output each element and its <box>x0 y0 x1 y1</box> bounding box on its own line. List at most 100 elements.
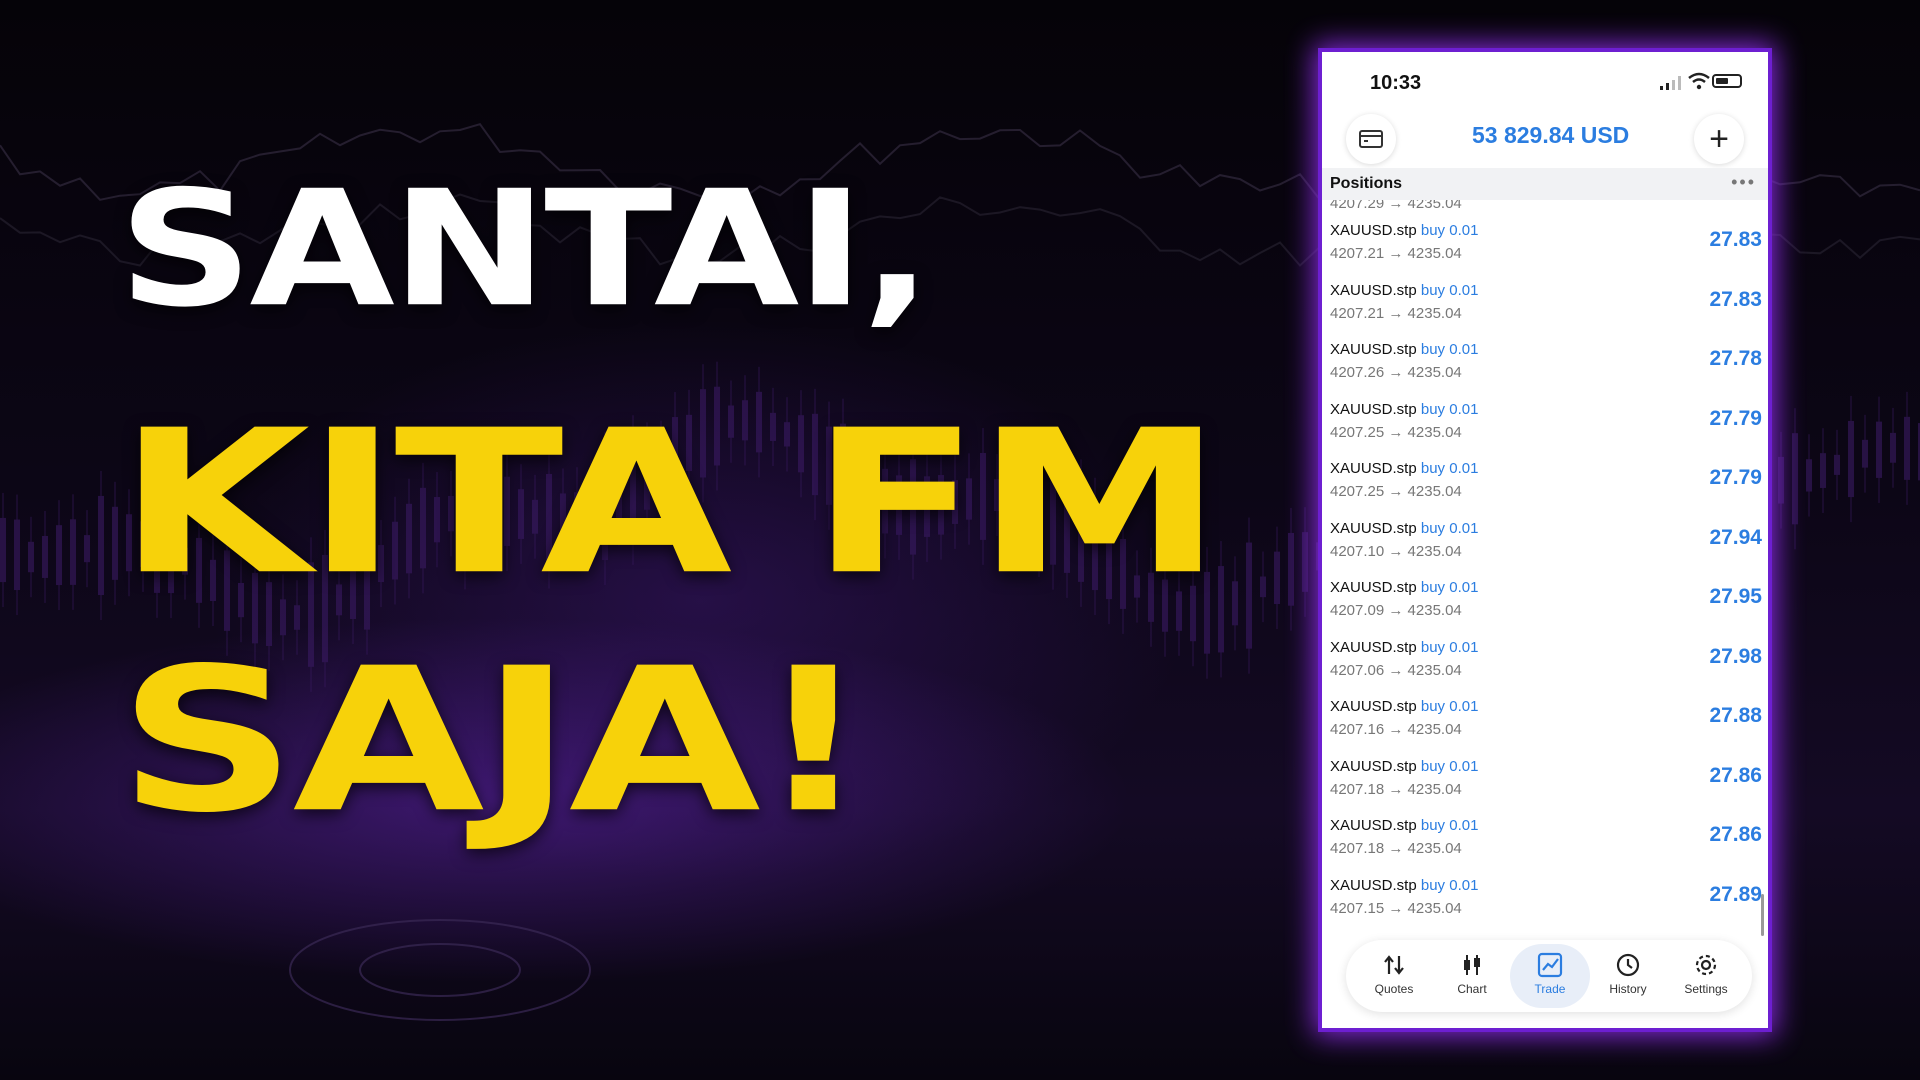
position-side: buy 0.01 <box>1420 757 1479 775</box>
background-candle-wick <box>1780 431 1782 529</box>
background-candle-wick <box>1878 396 1880 503</box>
background-candle-wick <box>100 470 102 621</box>
position-row[interactable]: XAUUSD.stp buy 0.01 4207.25 → 4235.04 27.7… <box>1322 391 1768 451</box>
position-symbol: XAUUSD.stp buy 0.01 <box>1330 817 1478 834</box>
position-prices: 4207.10 → 4235.04 <box>1330 542 1462 560</box>
background-candle-wick <box>44 510 46 603</box>
background-candle-wick <box>1906 391 1908 505</box>
background-candle-wick <box>1850 395 1852 523</box>
background-candle-wick <box>1864 414 1866 493</box>
position-symbol: XAUUSD.stp buy 0.01 <box>1330 401 1478 418</box>
tab-history[interactable]: History <box>1588 944 1668 1008</box>
position-profit: 27.78 <box>1709 347 1762 370</box>
more-options-icon[interactable]: ••• <box>1731 172 1756 193</box>
position-side: buy 0.01 <box>1420 460 1479 477</box>
position-prices: 4207.25 → 4235.04 <box>1330 483 1462 500</box>
history-clock-icon <box>1616 953 1640 977</box>
position-prices: 4207.18 → 4235.04 <box>1330 840 1462 857</box>
background-candle-wick <box>1262 551 1264 623</box>
position-row[interactable]: XAUUSD.stp buy 0.01 4207.16 → 4235.04 27.8… <box>1322 688 1768 748</box>
tab-settings[interactable]: Settings <box>1666 944 1746 1008</box>
symbol-text: XAUUSD.stp <box>1330 757 1417 775</box>
position-symbol: XAUUSD.stp buy 0.01 <box>1330 520 1478 537</box>
position-profit: 27.94 <box>1709 525 1762 549</box>
position-prices: 4207.21 → 4235.04 <box>1330 245 1462 262</box>
position-side: buy 0.01 <box>1420 341 1479 358</box>
scrollbar[interactable] <box>1761 894 1764 936</box>
symbol-text: XAUUSD.stp <box>1330 460 1417 477</box>
position-profit: 27.83 <box>1709 228 1762 251</box>
tab-trade-label: Trade <box>1534 982 1566 996</box>
background-candle-wick <box>114 481 116 605</box>
position-side: buy 0.01 <box>1420 817 1479 834</box>
position-symbol: XAUUSD.stp buy 0.01 <box>1330 341 1478 358</box>
headline-line-3: SAJA! <box>118 626 870 857</box>
status-bar: 10:33 <box>1322 52 1768 102</box>
position-row[interactable]: XAUUSD.stp buy 0.01 4207.18 → 4235.04 27.8… <box>1322 748 1768 808</box>
position-symbol: XAUUSD.stp buy 0.01 <box>1330 877 1478 894</box>
background-candle-wick <box>72 494 74 610</box>
position-row[interactable]: XAUUSD.stp buy 0.01 4207.09 → 4235.04 27.9… <box>1322 569 1768 629</box>
background-candle-wick <box>1304 507 1306 617</box>
background-candle-wick <box>2 492 4 608</box>
wallet-icon <box>1359 130 1383 148</box>
position-side: buy 0.01 <box>1420 222 1479 239</box>
gear-icon <box>1695 954 1717 976</box>
position-prices: 4207.18 → 4235.04 <box>1330 780 1462 798</box>
position-row[interactable]: XAUUSD.stp buy 0.01 4207.10 → 4235.04 27.9… <box>1322 510 1768 570</box>
position-side: buy 0.01 <box>1420 519 1479 537</box>
position-row[interactable]: XAUUSD.stp buy 0.01 4207.21 → 4235.04 27.8… <box>1322 212 1768 272</box>
position-prices: 4207.21 → 4235.04 <box>1330 304 1462 322</box>
position-profit: 27.83 <box>1709 287 1762 311</box>
position-prices: 4207.16 → 4235.04 <box>1330 721 1462 738</box>
plus-icon: + <box>1709 120 1729 158</box>
position-symbol: XAUUSD.stp buy 0.01 <box>1330 460 1478 477</box>
candlestick-chart-icon <box>1464 955 1480 975</box>
background-candle-wick <box>1892 407 1894 488</box>
position-prices: 4207.06 → 4235.04 <box>1330 661 1462 679</box>
headline-line-2: KITA FM <box>118 388 1223 619</box>
tab-history-label: History <box>1609 982 1647 996</box>
position-profit: 27.79 <box>1709 466 1762 489</box>
position-row[interactable]: XAUUSD.stp buy 0.01 4207.26 → 4235.04 27.7… <box>1322 331 1768 391</box>
position-row[interactable]: XAUUSD.stp buy 0.01 4207.06 → 4235.04 27.9… <box>1322 629 1768 689</box>
symbol-text: XAUUSD.stp <box>1330 876 1417 894</box>
wifi-icon <box>1688 72 1710 90</box>
background-candle-wick <box>1290 507 1292 631</box>
position-side: buy 0.01 <box>1420 638 1479 656</box>
headline-line-1: SANTAI, <box>118 156 933 343</box>
battery-icon <box>1712 74 1742 88</box>
position-profit: 27.98 <box>1709 644 1762 668</box>
tab-settings-label: Settings <box>1684 982 1728 996</box>
position-side: buy 0.01 <box>1420 400 1479 418</box>
background-candle-wick <box>58 500 60 611</box>
position-symbol: XAUUSD.stp buy 0.01 <box>1330 282 1478 299</box>
position-row[interactable]: XAUUSD.stp buy 0.01 4207.15 → 4235.04 27.8… <box>1322 867 1768 927</box>
position-profit: 27.86 <box>1709 763 1762 787</box>
background-candle-wick <box>1836 429 1838 500</box>
tab-quotes[interactable]: Quotes <box>1354 944 1434 1008</box>
position-side: buy 0.01 <box>1420 698 1479 715</box>
tab-chart[interactable]: Chart <box>1432 944 1512 1008</box>
background-candle-wick <box>1808 434 1810 517</box>
position-profit: 27.89 <box>1709 882 1762 906</box>
background-candle-wick <box>1822 428 1824 513</box>
position-symbol: XAUUSD.stp buy 0.01 <box>1330 758 1478 775</box>
position-symbol: XAUUSD.stp buy 0.01 <box>1330 222 1478 239</box>
position-symbol: XAUUSD.stp buy 0.01 <box>1330 698 1478 715</box>
position-profit: 27.86 <box>1709 823 1762 846</box>
position-prices: 4207.09 → 4235.04 <box>1330 602 1462 619</box>
account-balance[interactable]: 53 829.84 USD <box>1472 122 1629 149</box>
positions-title: Positions <box>1330 175 1403 192</box>
symbol-text: XAUUSD.stp <box>1330 519 1417 537</box>
position-row[interactable]: XAUUSD.stp buy 0.01 4207.18 → 4235.04 27.8… <box>1322 807 1768 867</box>
position-row[interactable]: XAUUSD.stp buy 0.01 4207.21 → 4235.04 27.8… <box>1322 272 1768 332</box>
symbol-text: XAUUSD.stp <box>1330 341 1417 358</box>
wallet-button[interactable] <box>1346 114 1396 164</box>
position-prices: 4207.25 → 4235.04 <box>1330 423 1462 441</box>
bottom-tab-bar: Quotes Chart Trade History Settings <box>1346 940 1752 1012</box>
tab-trade[interactable]: Trade <box>1510 944 1590 1008</box>
background-candle-wick <box>1248 517 1250 674</box>
new-order-button[interactable]: + <box>1694 114 1744 164</box>
position-row[interactable]: XAUUSD.stp buy 0.01 4207.25 → 4235.04 27.7… <box>1322 450 1768 510</box>
